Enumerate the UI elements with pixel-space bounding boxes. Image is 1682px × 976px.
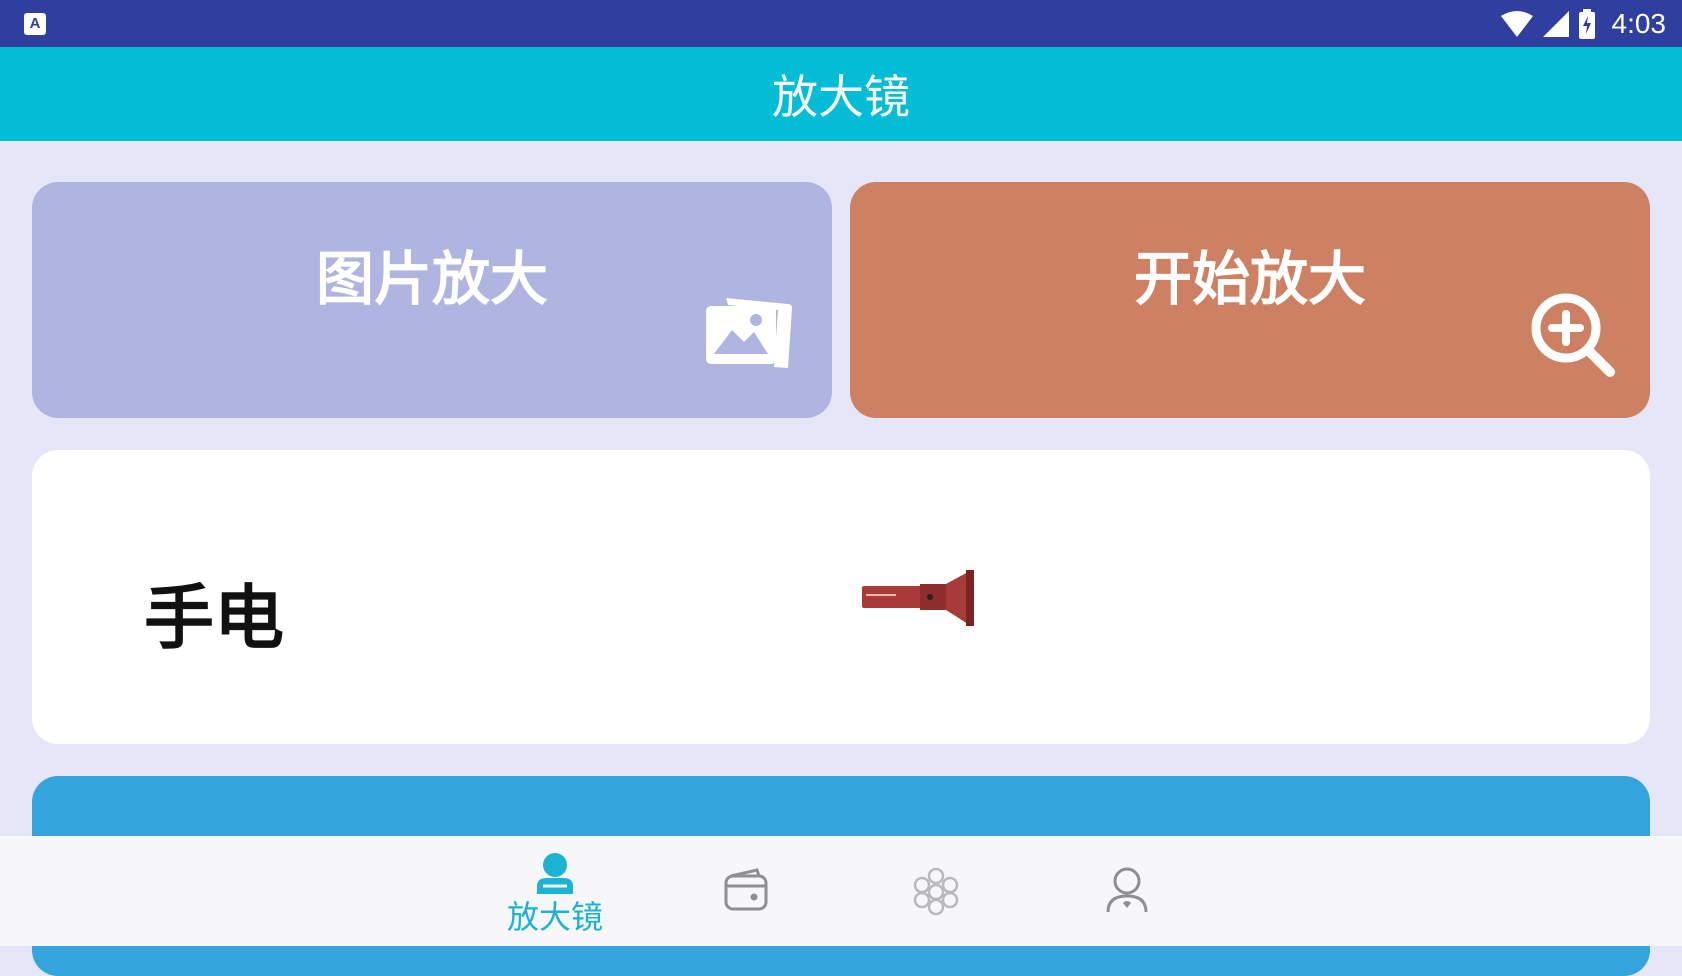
wallet-icon (724, 868, 768, 911)
nav-item-profile[interactable] (1057, 836, 1197, 946)
nav-item-magnifier[interactable]: 放大镜 (485, 836, 625, 946)
flashlight-icon (862, 570, 974, 626)
start-zoom-card[interactable]: 开始放大 (850, 182, 1650, 418)
person-icon (537, 853, 573, 894)
signal-icon (1542, 10, 1569, 37)
notification-icon: A (24, 13, 46, 35)
page-title: 放大镜 (772, 70, 910, 124)
clock: 4:03 (1611, 7, 1667, 39)
flashlight-label: 手电 (144, 577, 284, 659)
nav-label-magnifier: 放大镜 (506, 898, 603, 936)
app-bar: 放大镜 (0, 47, 1682, 141)
hexagon-cluster-icon (913, 867, 959, 916)
bottom-navigation: 放大镜 (0, 836, 1682, 946)
status-bar: A 4:03 (0, 0, 1682, 47)
gallery-icon (706, 298, 792, 368)
battery-icon (1578, 8, 1595, 39)
nav-item-discover[interactable] (866, 836, 1006, 946)
zoom-in-icon (1531, 293, 1615, 377)
image-zoom-card[interactable]: 图片放大 (32, 182, 832, 418)
user-profile-icon (1106, 867, 1148, 913)
flashlight-card[interactable]: 手电 (32, 450, 1650, 744)
wifi-icon (1500, 10, 1533, 37)
nav-item-wallet[interactable] (676, 836, 816, 946)
